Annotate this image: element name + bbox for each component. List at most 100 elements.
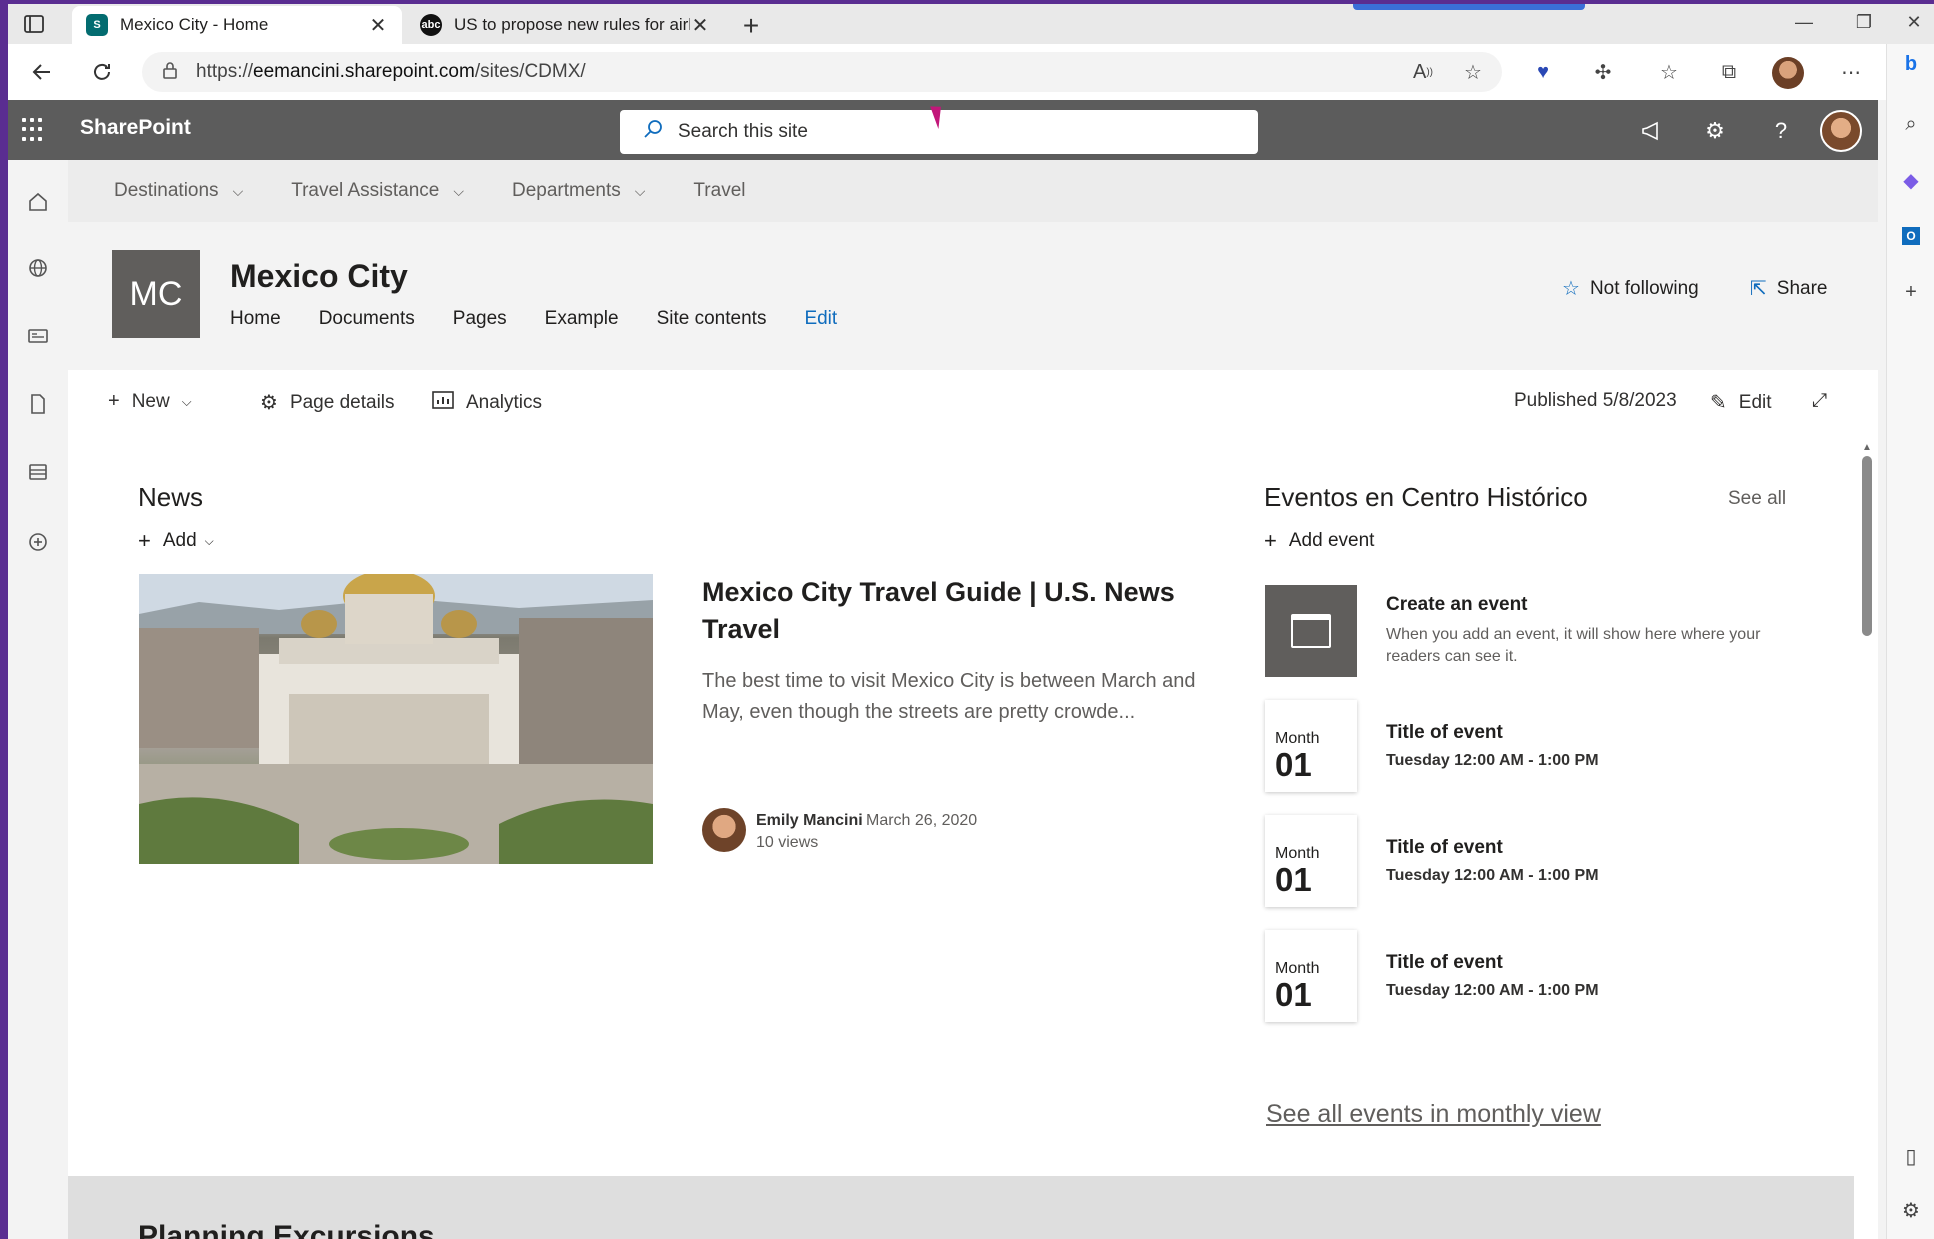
drag-indicator xyxy=(1353,4,1585,10)
hub-nav-travel-assistance[interactable]: Travel Assistance ⌵ xyxy=(291,180,464,202)
add-event-button[interactable]: + Add event xyxy=(1264,528,1374,554)
copilot-icon[interactable]: ◆ xyxy=(1895,164,1927,196)
hub-nav-departments[interactable]: Departments ⌵ xyxy=(512,180,645,202)
tab-mexico-city-home[interactable]: S Mexico City - Home ✕ xyxy=(72,6,402,44)
hub-nav-destinations[interactable]: Destinations ⌵ xyxy=(114,180,243,202)
tab-abc-news[interactable]: abc US to propose new rules for airlir ✕ xyxy=(406,6,724,44)
event-time: Tuesday 12:00 AM - 1:00 PM xyxy=(1386,752,1599,769)
scrollbar-thumb[interactable] xyxy=(1862,456,1872,636)
sharepoint-brand[interactable]: SharePoint xyxy=(80,116,191,140)
event-title[interactable]: Title of event xyxy=(1386,722,1503,744)
news-article-excerpt: The best time to visit Mexico City is be… xyxy=(702,670,1196,723)
chevron-down-icon: ⌵ xyxy=(204,533,214,548)
calendar-icon xyxy=(1265,585,1357,677)
add-sidebar-app-icon[interactable]: + xyxy=(1895,276,1927,308)
monthly-view-link[interactable]: See all events in monthly view xyxy=(1266,1100,1601,1129)
edit-page-button[interactable]: ✎ Edit xyxy=(1710,390,1772,415)
url-scheme: https:// xyxy=(196,61,254,82)
site-nav-edit[interactable]: Edit xyxy=(804,308,837,330)
follow-button[interactable]: ☆ Not following xyxy=(1562,276,1699,301)
bing-copilot-icon[interactable]: b xyxy=(1895,48,1927,80)
sidebar-settings-icon[interactable]: ⚙ xyxy=(1895,1194,1927,1226)
hide-sidebar-icon[interactable]: ▯ xyxy=(1895,1140,1927,1172)
sharepoint-icon: S xyxy=(86,14,108,36)
globe-icon[interactable] xyxy=(20,250,56,286)
read-aloud-icon[interactable]: A)) xyxy=(1406,56,1440,88)
expand-icon[interactable]: ⤢ xyxy=(1812,390,1827,412)
chevron-down-icon: ⌵ xyxy=(181,393,192,409)
share-button[interactable]: ⇱ Share xyxy=(1750,276,1827,301)
edge-sidebar: b ⌕ ◆ O + ▯ ⚙ xyxy=(1886,44,1934,1239)
plus-icon: + xyxy=(138,528,151,553)
add-news-button[interactable]: + Add ⌵ xyxy=(138,528,214,554)
search-icon[interactable]: ⌕ xyxy=(1895,108,1927,140)
site-title[interactable]: Mexico City xyxy=(230,258,408,295)
analytics-button[interactable]: Analytics xyxy=(432,390,542,416)
new-button[interactable]: + New ⌵ xyxy=(108,390,192,413)
browser-essentials-icon[interactable]: ♥ xyxy=(1526,56,1560,88)
add-favorite-icon[interactable]: ☆ xyxy=(1456,56,1490,88)
published-label: Published 5/8/2023 xyxy=(1514,390,1677,411)
home-icon[interactable] xyxy=(20,184,56,220)
url-host: eemancini.sharepoint.com xyxy=(253,61,475,82)
url-path: /sites/CDMX/ xyxy=(474,61,586,82)
create-icon[interactable] xyxy=(20,524,56,560)
hub-nav-travel[interactable]: Travel xyxy=(693,180,745,202)
favorites-icon[interactable]: ☆ xyxy=(1652,56,1686,88)
help-icon[interactable]: ? xyxy=(1764,114,1798,148)
close-tab-icon[interactable]: ✕ xyxy=(690,13,710,38)
add-event-label: Add event xyxy=(1288,530,1375,551)
article-date: March 26, 2020 xyxy=(866,812,978,829)
app-launcher-icon[interactable] xyxy=(22,118,46,142)
extensions-icon[interactable]: ✣ xyxy=(1586,56,1620,88)
close-tab-icon[interactable]: ✕ xyxy=(368,13,388,38)
section-title: Planning Excursions xyxy=(138,1220,435,1239)
megaphone-icon[interactable] xyxy=(1634,114,1668,148)
see-all-events-link[interactable]: See all xyxy=(1728,488,1786,510)
event-title[interactable]: Title of event xyxy=(1386,837,1503,859)
minimize-icon[interactable]: — xyxy=(1784,12,1824,33)
lists-icon[interactable] xyxy=(20,454,56,490)
page-details-button[interactable]: ⚙ Page details xyxy=(260,390,395,415)
news-icon[interactable] xyxy=(20,318,56,354)
add-label: Add xyxy=(162,530,197,551)
page-scrollbar[interactable]: ▲ xyxy=(1860,442,1874,1232)
author-name: Emily Mancini xyxy=(756,812,863,829)
tab-strip: S Mexico City - Home ✕ abc US to propose… xyxy=(8,4,1934,44)
site-nav-home[interactable]: Home xyxy=(230,308,281,330)
document-icon[interactable] xyxy=(20,386,56,422)
scroll-up-icon[interactable]: ▲ xyxy=(1862,442,1872,453)
article-views: 10 views xyxy=(756,834,819,851)
published-status: Published 5/8/2023 xyxy=(1514,390,1677,412)
user-avatar[interactable] xyxy=(1820,110,1862,152)
refresh-icon[interactable] xyxy=(86,56,118,88)
author-avatar xyxy=(702,808,746,852)
maximize-icon[interactable]: ❐ xyxy=(1844,12,1884,33)
hub-navigation: Destinations ⌵ Travel Assistance ⌵ Departm… xyxy=(68,160,1878,222)
sharepoint-suite-bar: SharePoint Search this site ⚙ ? xyxy=(8,100,1878,160)
collections-icon[interactable]: ⧉ xyxy=(1712,56,1746,88)
sharepoint-app-bar xyxy=(8,160,68,1239)
news-article-title[interactable]: Mexico City Travel Guide | U.S. News Tra… xyxy=(702,574,1232,648)
page-canvas: + New ⌵ ⚙ Page details Analytics Publish… xyxy=(68,370,1878,1239)
outlook-icon[interactable]: O xyxy=(1895,220,1927,252)
more-options-icon[interactable]: ⋯ xyxy=(1834,56,1868,88)
back-arrow-icon[interactable] xyxy=(26,56,58,88)
url-field[interactable]: https://eemancini.sharepoint.com/sites/C… xyxy=(142,52,1502,92)
site-nav-documents[interactable]: Documents xyxy=(319,308,415,330)
gear-icon: ⚙ xyxy=(260,392,278,414)
site-nav-site-contents[interactable]: Site contents xyxy=(657,308,767,330)
event-date-box: Month 01 xyxy=(1265,930,1357,1022)
tab-actions-icon[interactable] xyxy=(22,12,46,36)
site-nav-pages[interactable]: Pages xyxy=(453,308,507,330)
event-title[interactable]: Title of event xyxy=(1386,952,1503,974)
search-placeholder: Search this site xyxy=(678,121,808,142)
close-window-icon[interactable]: ✕ xyxy=(1894,12,1934,33)
event-time: Tuesday 12:00 AM - 1:00 PM xyxy=(1386,867,1599,884)
news-thumbnail-image[interactable] xyxy=(139,574,653,864)
browser-profile-avatar[interactable] xyxy=(1772,57,1804,89)
site-nav-example[interactable]: Example xyxy=(545,308,619,330)
new-tab-button[interactable]: + xyxy=(736,10,766,42)
settings-gear-icon[interactable]: ⚙ xyxy=(1698,114,1732,148)
site-logo[interactable]: MC xyxy=(112,250,200,338)
